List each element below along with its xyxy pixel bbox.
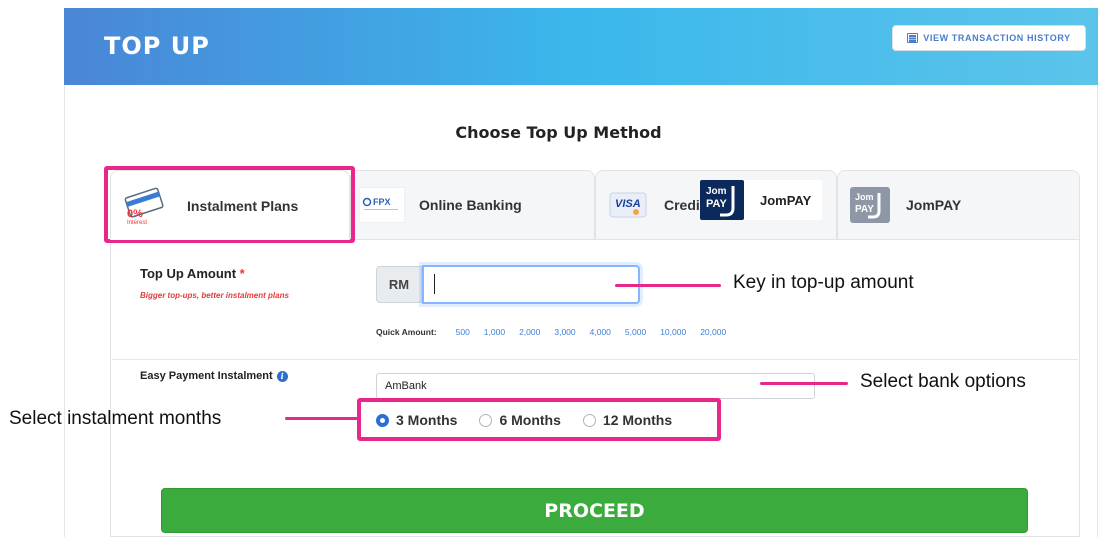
required-mark: * (239, 266, 245, 281)
page-title: TOP UP (104, 32, 210, 60)
tab-online-banking[interactable]: FPX Online Banking (350, 170, 595, 240)
section-title: Choose Top Up Method (455, 123, 662, 142)
currency-prefix: RM (376, 266, 422, 303)
annotation-line-months (285, 417, 359, 420)
radio-label: 6 Months (499, 412, 561, 428)
info-icon[interactable]: i (276, 370, 288, 382)
quick-amount-5000[interactable]: 5,000 (625, 327, 646, 337)
jompay-logo-icon: Jom PAY (850, 187, 890, 223)
easy-payment-instalment-label: Easy Payment Instalment i (140, 370, 288, 382)
svg-text:VISA: VISA (615, 198, 641, 210)
list-icon (907, 33, 919, 43)
section-divider (112, 359, 1078, 360)
quick-amount-label: Quick Amount: (376, 327, 437, 337)
radio-label: 12 Months (602, 412, 673, 428)
tab-instalment-plans[interactable]: 0% Interest Instalment Plans (110, 170, 350, 240)
svg-text:Jom: Jom (855, 192, 874, 202)
bank-select[interactable]: AmBank (376, 373, 815, 399)
visa-card-icon: VISA (609, 192, 647, 218)
view-transaction-history-button[interactable]: VIEW TRANSACTION HISTORY (892, 25, 1086, 51)
quick-amount-3000[interactable]: 3,000 (554, 327, 575, 337)
annotation-bank: Select bank options (860, 371, 1026, 392)
svg-text:FPX: FPX (373, 197, 391, 207)
svg-text:0%: 0% (127, 208, 143, 220)
text-cursor (434, 274, 435, 294)
tab-jompay[interactable]: Jom PAY JomPAY (837, 170, 1080, 240)
jompay-overlay-label: JomPAY (760, 192, 812, 208)
quick-amount-4000[interactable]: 4,000 (590, 327, 611, 337)
svg-text:PAY: PAY (855, 204, 874, 215)
svg-text:PAY: PAY (706, 198, 727, 210)
tab-label: Instalment Plans (187, 197, 299, 214)
top-up-amount-input[interactable] (422, 265, 640, 304)
amount-note: Bigger top-ups, better instalment plans (140, 291, 289, 300)
tab-label: JomPAY (906, 197, 962, 213)
proceed-button[interactable]: PROCEED (161, 488, 1028, 533)
zero-interest-card-icon: 0% Interest (124, 187, 164, 226)
tab-label: Online Banking (419, 197, 522, 213)
radio-label: 3 Months (396, 412, 458, 428)
instalment-months-group: 3 Months 6 Months 12 Months (376, 412, 694, 428)
radio-12-months[interactable]: 12 Months (582, 412, 673, 428)
method-tabs: 0% Interest Instalment Plans FPX Online … (110, 170, 1080, 240)
svg-text:Jom: Jom (706, 186, 727, 197)
radio-6-months[interactable]: 6 Months (479, 412, 561, 428)
top-up-amount-label: Top Up Amount * (140, 266, 245, 281)
tab-label: Credit (664, 197, 705, 213)
quick-amount-row: Quick Amount: 500 1,000 2,000 3,000 4,00… (376, 327, 740, 337)
page-header: TOP UP VIEW TRANSACTION HISTORY (64, 8, 1098, 85)
quick-amount-20000[interactable]: 20,000 (700, 327, 726, 337)
jompay-logo-icon: Jom PAY (700, 180, 744, 220)
svg-text:Interest: Interest (127, 220, 147, 226)
history-button-label: VIEW TRANSACTION HISTORY (923, 33, 1071, 43)
quick-amount-2000[interactable]: 2,000 (519, 327, 540, 337)
quick-amount-1000[interactable]: 1,000 (484, 327, 505, 337)
annotation-line-amount (615, 284, 721, 287)
annotation-amount: Key in top-up amount (733, 272, 914, 293)
quick-amount-10000[interactable]: 10,000 (660, 327, 686, 337)
quick-amount-500[interactable]: 500 (456, 327, 470, 337)
annotation-line-bank (760, 382, 848, 385)
page-root: TOP UP VIEW TRANSACTION HISTORY Choose T… (0, 0, 1117, 537)
jompay-overlay-card[interactable]: Jom PAY JomPAY (700, 180, 822, 220)
radio-3-months[interactable]: 3 Months (376, 412, 457, 428)
radio-dot (376, 413, 389, 427)
fpx-logo-icon: FPX (359, 187, 405, 223)
annotation-months: Select instalment months (9, 408, 222, 429)
radio-dot (582, 413, 596, 427)
radio-dot (479, 413, 493, 427)
